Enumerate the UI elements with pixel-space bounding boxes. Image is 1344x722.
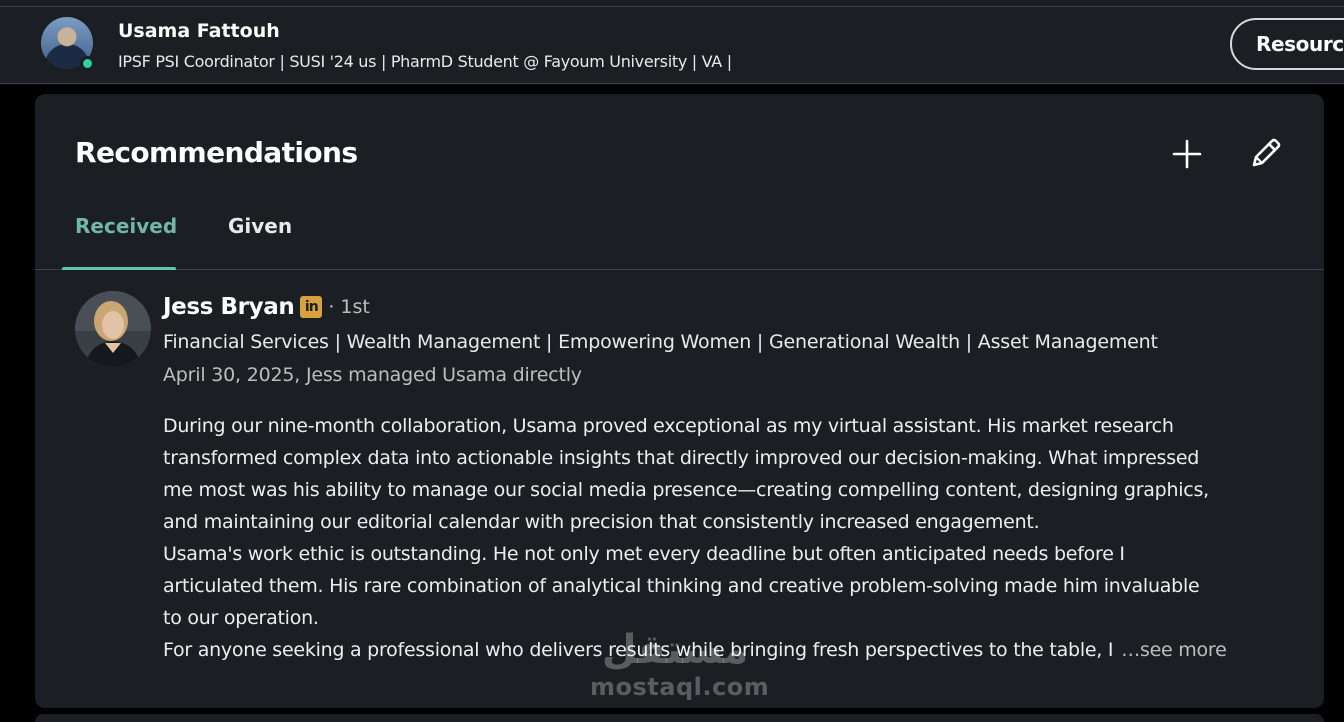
recommender-avatar[interactable] [75, 291, 151, 367]
recommender-photo [75, 291, 151, 367]
plus-icon [1172, 139, 1202, 169]
online-status-icon [80, 56, 95, 71]
recommendation-tabs: Received Given [35, 198, 1324, 270]
connection-degree: · 1st [328, 296, 370, 318]
header-headline: IPSF PSI Coordinator | SUSI '24 us | Pha… [118, 52, 732, 71]
recommendation-last-line: For anyone seeking a professional who de… [163, 634, 1288, 666]
recommendation-text: During our nine-month collaboration, Usa… [163, 410, 1288, 666]
edit-recommendations-button[interactable] [1243, 132, 1287, 176]
header-name: Usama Fattouh [118, 20, 280, 42]
profile-sticky-header: Usama Fattouh IPSF PSI Coordinator | SUS… [0, 0, 1344, 84]
resources-button[interactable]: Resources [1230, 18, 1344, 70]
recommendation-line: to our operation. [163, 607, 319, 629]
recommender-name-row: Jess Bryan in · 1st [163, 294, 370, 320]
recommendation-line: and maintaining our editorial calendar w… [163, 511, 1040, 533]
active-tab-indicator [62, 267, 176, 270]
recommendation-line: During our nine-month collaboration, Usa… [163, 415, 1174, 437]
recommendation-line: Usama's work ethic is outstanding. He no… [163, 543, 1125, 565]
recommendation-line: articulated them. His rare combination o… [163, 575, 1200, 597]
tab-received[interactable]: Received [75, 214, 177, 238]
recommender-headline: Financial Services | Wealth Management |… [163, 331, 1158, 353]
header-avatar[interactable] [41, 17, 95, 71]
see-more-link[interactable]: …see more [1121, 634, 1227, 666]
recommendation-meta: April 30, 2025, Jess managed Usama direc… [163, 364, 582, 386]
recommendations-section: Recommendations Received Given Jess Brya… [35, 94, 1324, 708]
add-recommendation-button[interactable] [1165, 132, 1209, 176]
recommendation-line: transformed complex data into actionable… [163, 447, 1200, 469]
next-section-edge [35, 714, 1324, 722]
tab-given[interactable]: Given [228, 214, 292, 238]
recommender-name[interactable]: Jess Bryan [163, 294, 295, 320]
pencil-icon [1252, 138, 1281, 167]
section-title: Recommendations [75, 136, 358, 169]
linkedin-premium-icon: in [300, 296, 323, 318]
recommendation-line: me most was his ability to manage our so… [163, 479, 1209, 501]
recommendation-line: For anyone seeking a professional who de… [163, 639, 1114, 661]
